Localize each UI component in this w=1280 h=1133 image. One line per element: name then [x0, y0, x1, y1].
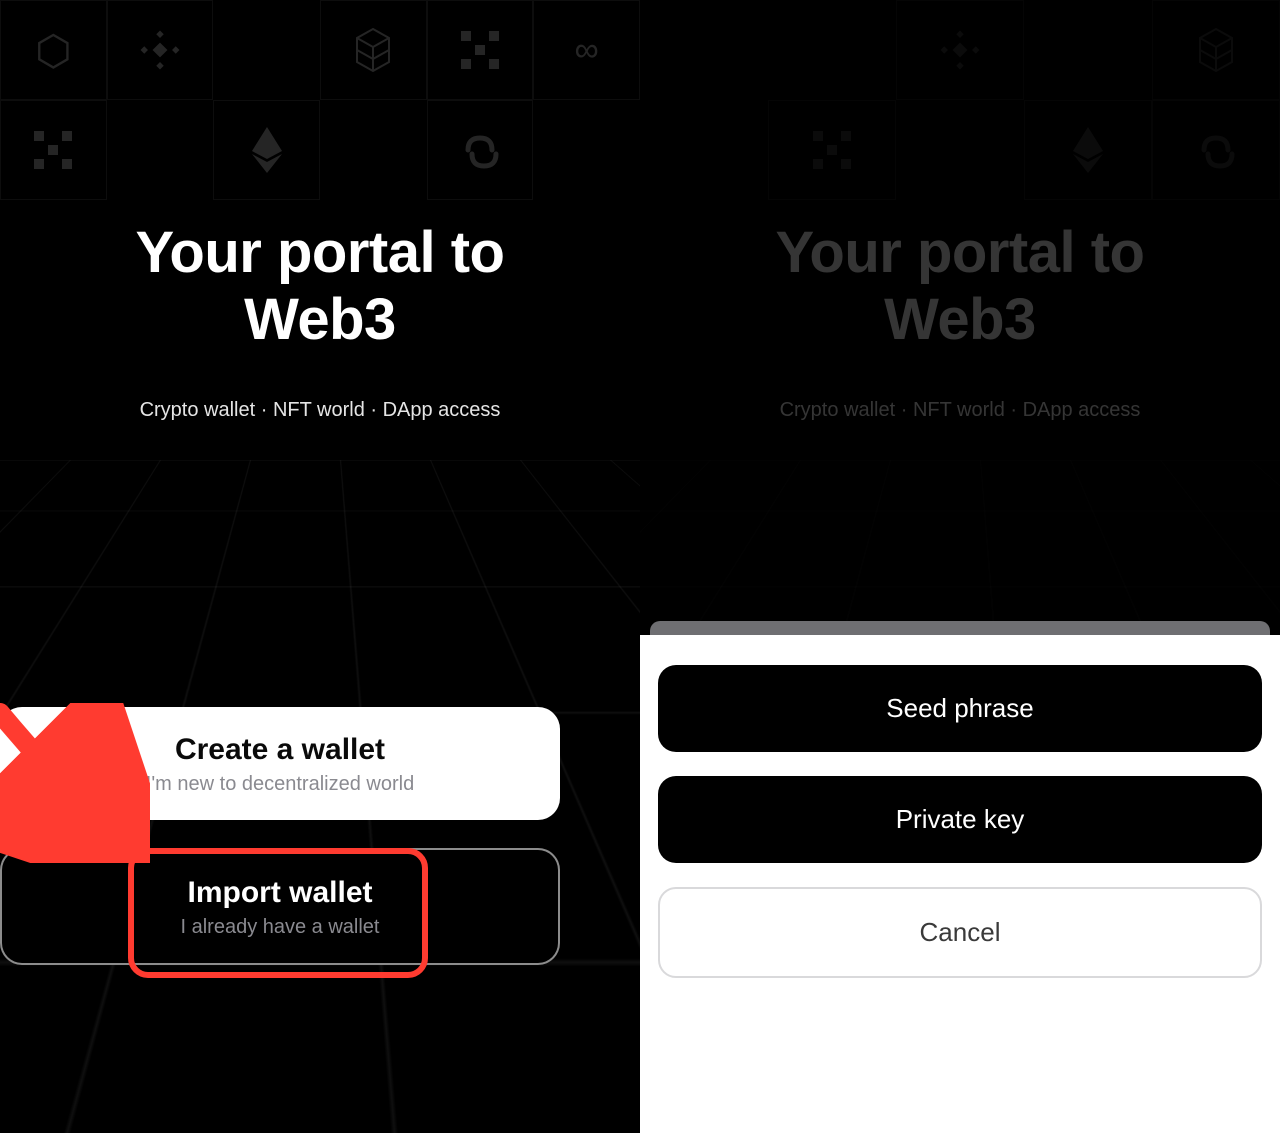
create-wallet-title: Create a wallet [20, 733, 540, 767]
private-key-button[interactable]: Private key [658, 776, 1262, 863]
pixel-icon [34, 131, 72, 169]
pixel-icon [461, 31, 499, 69]
crypto-icon-grid: ⬡ ∞ [0, 0, 640, 200]
hero-section: Your portal toWeb3 Crypto wallet · NFT w… [0, 220, 640, 422]
import-options-sheet: Seed phrase Private key Cancel [640, 635, 1280, 1133]
infinity-icon: ∞ [575, 31, 599, 70]
onboarding-buttons: Create a wallet I'm new to decentralized… [0, 707, 640, 993]
fantom-icon [353, 27, 393, 73]
binance-icon [139, 29, 181, 71]
import-wallet-desc: I already have a wallet [22, 916, 538, 939]
import-options-screen: Your portal toWeb3 Crypto wallet · NFT w… [640, 0, 1280, 1133]
chain-icon [460, 130, 500, 170]
create-wallet-button[interactable]: Create a wallet I'm new to decentralized… [0, 707, 560, 820]
cancel-button[interactable]: Cancel [658, 887, 1262, 978]
import-wallet-button[interactable]: Import wallet I already have a wallet [0, 848, 560, 965]
ethereum-icon [252, 127, 282, 173]
sheet-drag-handle[interactable] [650, 621, 1270, 635]
onboarding-screen: ⬡ ∞ [0, 0, 640, 1133]
seed-phrase-button[interactable]: Seed phrase [658, 665, 1262, 752]
hexagon-icon: ⬡ [35, 26, 72, 75]
import-wallet-title: Import wallet [22, 876, 538, 910]
hero-subtitle: Crypto wallet · NFT world · DApp access [40, 399, 600, 422]
hero-title: Your portal toWeb3 [40, 220, 600, 353]
create-wallet-desc: I'm new to decentralized world [20, 773, 540, 796]
